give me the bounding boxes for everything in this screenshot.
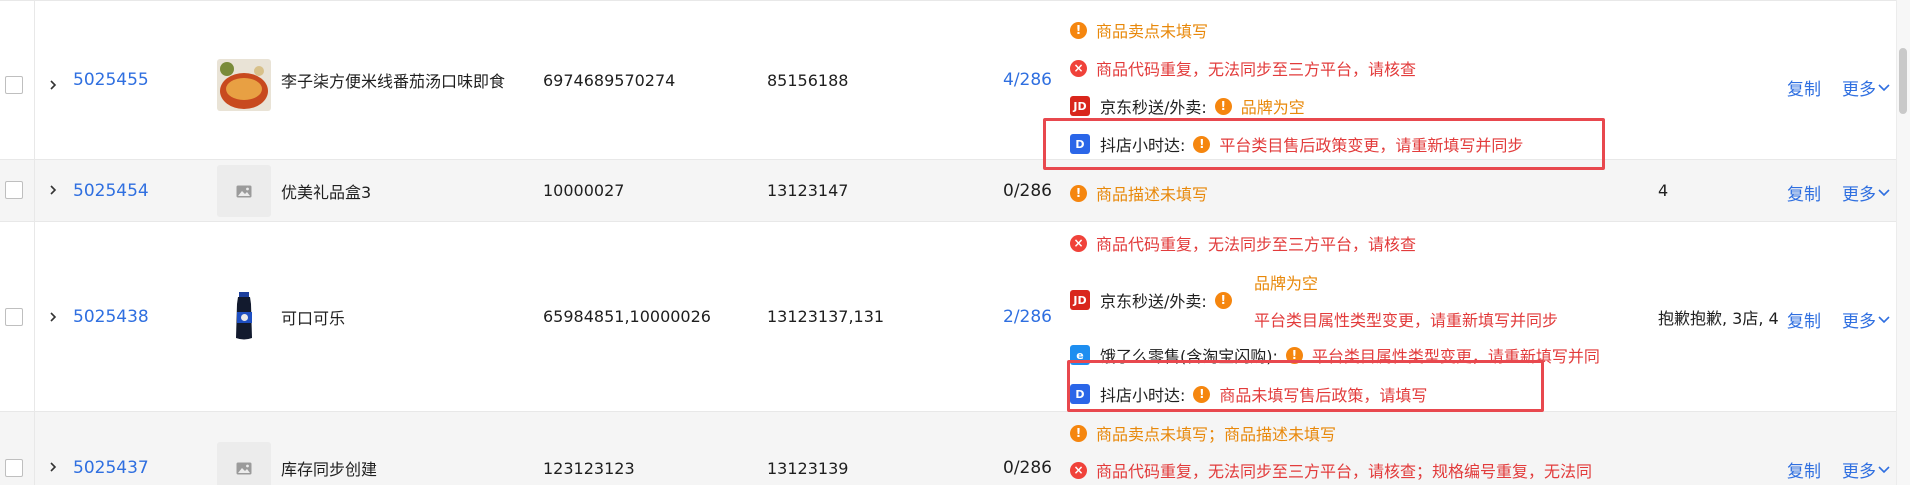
issue-platform-jd: JD 京东秒送/外卖: ! [1070, 288, 1241, 312]
issue-warning: ! 商品描述未填写 [1070, 181, 1208, 205]
scrollbar-thumb[interactable] [1899, 48, 1907, 114]
extra-info: 4 [1658, 181, 1669, 200]
product-code: 65984851,10000026 [543, 307, 711, 326]
issue-error: × 商品代码重复，无法同步至三方平台，请核查；规格编号重复，无法同 [1070, 459, 1640, 481]
product-thumbnail [217, 290, 271, 342]
product-id-link[interactable]: 5025438 [73, 222, 173, 411]
more-dropdown[interactable]: 更多 [1842, 457, 1890, 482]
product-id-link[interactable]: 5025437 [73, 456, 173, 480]
product-id-link[interactable]: 5025455 [73, 1, 173, 159]
exclamation-circle-icon: ! [1070, 21, 1087, 39]
sku-code: 13123147 [767, 181, 849, 200]
sku-code: 13123139 [767, 458, 849, 478]
close-circle-icon: × [1070, 234, 1087, 252]
exclamation-circle-icon: ! [1214, 291, 1232, 309]
chevron-down-icon [1878, 83, 1890, 91]
sku-code: 13123137,1312 [767, 307, 885, 326]
product-code: 123123123 [543, 458, 635, 478]
copy-button[interactable]: 复制 [1787, 180, 1821, 205]
issue-warning: ! 商品卖点未填写 [1070, 18, 1208, 42]
close-circle-icon: × [1070, 59, 1087, 77]
extra-info: 抱歉抱歉, 3店, 4 [1658, 308, 1779, 328]
image-placeholder-icon [217, 165, 271, 217]
chevron-right-icon[interactable] [48, 312, 58, 322]
exclamation-circle-icon: ! [1214, 97, 1232, 115]
chevron-down-icon [1878, 315, 1890, 323]
highlight-box [1067, 360, 1544, 412]
sync-ratio-link[interactable]: 2/286 [960, 222, 1052, 411]
more-dropdown[interactable]: 更多 [1842, 180, 1890, 205]
product-name: 优美礼品盒3 [281, 182, 372, 202]
table-row: 5025438 可口可乐 65984851,10000026 13123137,… [0, 222, 1896, 412]
more-dropdown[interactable]: 更多 [1842, 75, 1890, 100]
issue-attribute-change: 平台类目属性类型变更，请重新填写并同步 [1254, 311, 1559, 330]
sku-code: 85156188 [767, 70, 849, 90]
sync-ratio-link[interactable]: 4/286 [960, 1, 1052, 159]
exclamation-circle-icon: ! [1070, 424, 1087, 442]
issue-brand-empty: 品牌为空 [1254, 274, 1319, 293]
more-dropdown[interactable]: 更多 [1842, 307, 1890, 332]
table-row: 5025455 李子柒方便米线番茄汤口味即食 6974689570274 851… [0, 0, 1896, 160]
jd-logo-icon: JD [1070, 290, 1090, 310]
product-code: 10000027 [543, 181, 625, 200]
copy-button[interactable]: 复制 [1787, 307, 1821, 332]
chevron-down-icon [1878, 188, 1890, 196]
product-name: 李子柒方便米线番茄汤口味即食 [281, 72, 506, 91]
row-checkbox[interactable] [5, 459, 23, 477]
exclamation-circle-icon: ! [1070, 184, 1087, 202]
product-thumbnail [217, 59, 271, 111]
product-table: 5025455 李子柒方便米线番茄汤口味即食 6974689570274 851… [0, 0, 1910, 485]
sync-ratio: 0/286 [1003, 180, 1052, 201]
row-checkbox[interactable] [5, 308, 23, 326]
product-name: 库存同步创建 [281, 460, 378, 479]
issue-platform-jd: JD 京东秒送/外卖: ! 品牌为空 [1070, 94, 1305, 118]
table-row: 5025437 库存同步创建 123123123 13123139 0/286 … [0, 412, 1896, 485]
chevron-right-icon[interactable] [48, 185, 58, 195]
chevron-right-icon[interactable] [48, 80, 58, 90]
product-name: 可口可乐 [281, 308, 346, 328]
chevron-down-icon [1878, 465, 1890, 473]
copy-button[interactable]: 复制 [1787, 75, 1821, 100]
issue-error: × 商品代码重复，无法同步至三方平台，请核查 [1070, 56, 1416, 80]
product-code: 6974689570274 [543, 70, 676, 90]
table-row: 5025454 优美礼品盒3 10000027 13123147 0/286 !… [0, 160, 1896, 222]
row-checkbox[interactable] [5, 76, 23, 94]
close-circle-icon: × [1070, 461, 1087, 479]
row-checkbox[interactable] [5, 181, 23, 199]
highlight-box [1043, 118, 1605, 170]
sync-ratio: 0/286 [1003, 458, 1052, 478]
issue-error: × 商品代码重复，无法同步至三方平台，请核查 [1070, 231, 1416, 255]
chevron-right-icon[interactable] [48, 462, 58, 472]
product-id-link[interactable]: 5025454 [73, 160, 173, 221]
jd-logo-icon: JD [1070, 96, 1090, 116]
copy-button[interactable]: 复制 [1787, 457, 1821, 482]
image-placeholder-icon [217, 442, 271, 485]
issue-warning: ! 商品卖点未填写；商品描述未填写 [1070, 421, 1336, 445]
